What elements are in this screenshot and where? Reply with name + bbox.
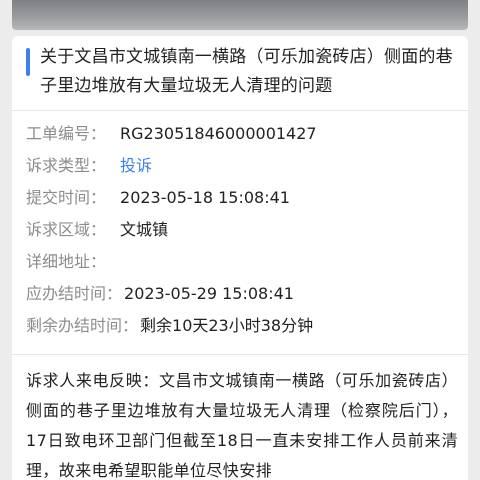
- ticket-number-value: RG23051846000001427: [120, 124, 317, 143]
- header-image: [12, 0, 468, 30]
- screen: 关于文昌市文城镇南一横路（可乐加瓷砖店）侧面的巷子里边堆放有大量垃圾无人清理的问…: [0, 0, 480, 480]
- field-label: 诉求区域：: [26, 220, 107, 239]
- field-due-time: 应办结时间： 2023-05-29 15:08:41: [26, 278, 294, 310]
- request-area-value: 文城镇: [120, 220, 169, 239]
- field-remaining-time: 剩余办结时间： 剩余10天23小时38分钟: [26, 310, 313, 342]
- field-label: 诉求类型：: [26, 156, 107, 175]
- field-label: 工单编号：: [26, 124, 107, 143]
- field-label: 提交时间：: [26, 188, 107, 207]
- request-description: 诉求人来电反映：文昌市文城镇南一横路（可乐加瓷砖店）侧面的巷子里边堆放有大量垃圾…: [26, 371, 458, 480]
- field-request-type: 诉求类型： 投诉: [26, 150, 152, 182]
- remaining-time-value: 剩余10天23小时38分钟: [140, 316, 314, 335]
- field-label: 应办结时间：: [26, 284, 123, 303]
- divider: [12, 110, 468, 111]
- field-request-area: 诉求区域： 文城镇: [26, 214, 168, 246]
- ticket-title: 关于文昌市文城镇南一横路（可乐加瓷砖店）侧面的巷子里边堆放有大量垃圾无人清理的问…: [40, 47, 453, 96]
- field-label: 详细地址：: [26, 252, 107, 271]
- divider: [12, 354, 468, 355]
- field-label: 剩余办结时间：: [26, 316, 139, 335]
- title-accent-bar: [26, 48, 30, 76]
- field-submit-time: 提交时间： 2023-05-18 15:08:41: [26, 182, 290, 214]
- field-detail-address: 详细地址：: [26, 246, 120, 278]
- request-type-link[interactable]: 投诉: [120, 150, 152, 182]
- due-time-value: 2023-05-29 15:08:41: [124, 284, 294, 303]
- field-ticket-number: 工单编号： RG23051846000001427: [26, 118, 317, 150]
- ticket-card: 关于文昌市文城镇南一横路（可乐加瓷砖店）侧面的巷子里边堆放有大量垃圾无人清理的问…: [12, 36, 468, 480]
- submit-time-value: 2023-05-18 15:08:41: [120, 188, 290, 207]
